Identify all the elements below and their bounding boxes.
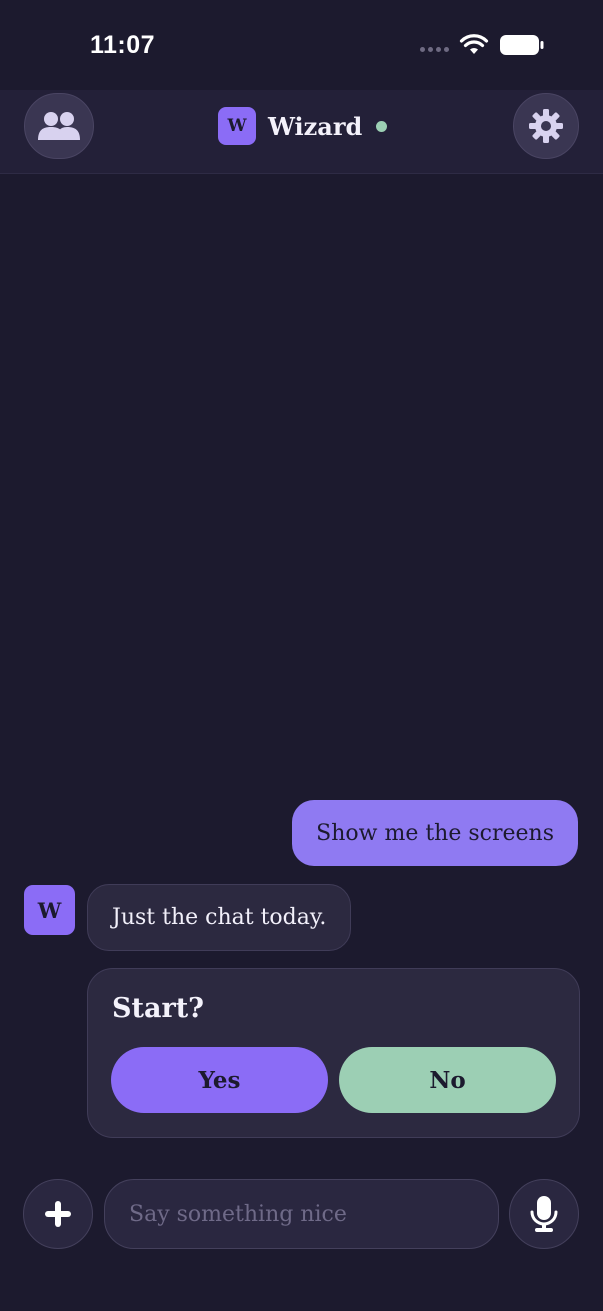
chat-header: W Wizard (0, 90, 603, 174)
microphone-icon (530, 1196, 558, 1232)
people-button[interactable] (24, 93, 94, 159)
user-message-bubble: Show me the screens (292, 800, 578, 866)
prompt-card-title: Start? (112, 993, 204, 1024)
online-status-dot (376, 120, 388, 132)
status-icons (420, 34, 545, 56)
chat-title-group: W Wizard (218, 107, 388, 145)
signal-icon (420, 46, 449, 52)
wifi-icon (459, 34, 489, 54)
wizard-avatar: W (218, 107, 256, 145)
add-attachment-button[interactable] (23, 1179, 93, 1249)
status-time: 11:07 (90, 31, 156, 59)
status-bar: 11:07 (0, 0, 603, 90)
prompt-card: Start? Yes No (87, 968, 580, 1138)
gear-icon (529, 109, 563, 143)
no-button[interactable]: No (339, 1047, 556, 1113)
battery-icon (500, 35, 544, 55)
chat-title: Wizard (268, 111, 363, 141)
message-input[interactable] (104, 1179, 499, 1249)
people-icon (38, 112, 80, 140)
microphone-button[interactable] (509, 1179, 579, 1249)
plus-icon (45, 1201, 71, 1227)
settings-button[interactable] (513, 93, 579, 159)
bot-avatar: W (24, 885, 75, 935)
bot-message-bubble: Just the chat today. (87, 884, 352, 951)
yes-button[interactable]: Yes (111, 1047, 328, 1113)
